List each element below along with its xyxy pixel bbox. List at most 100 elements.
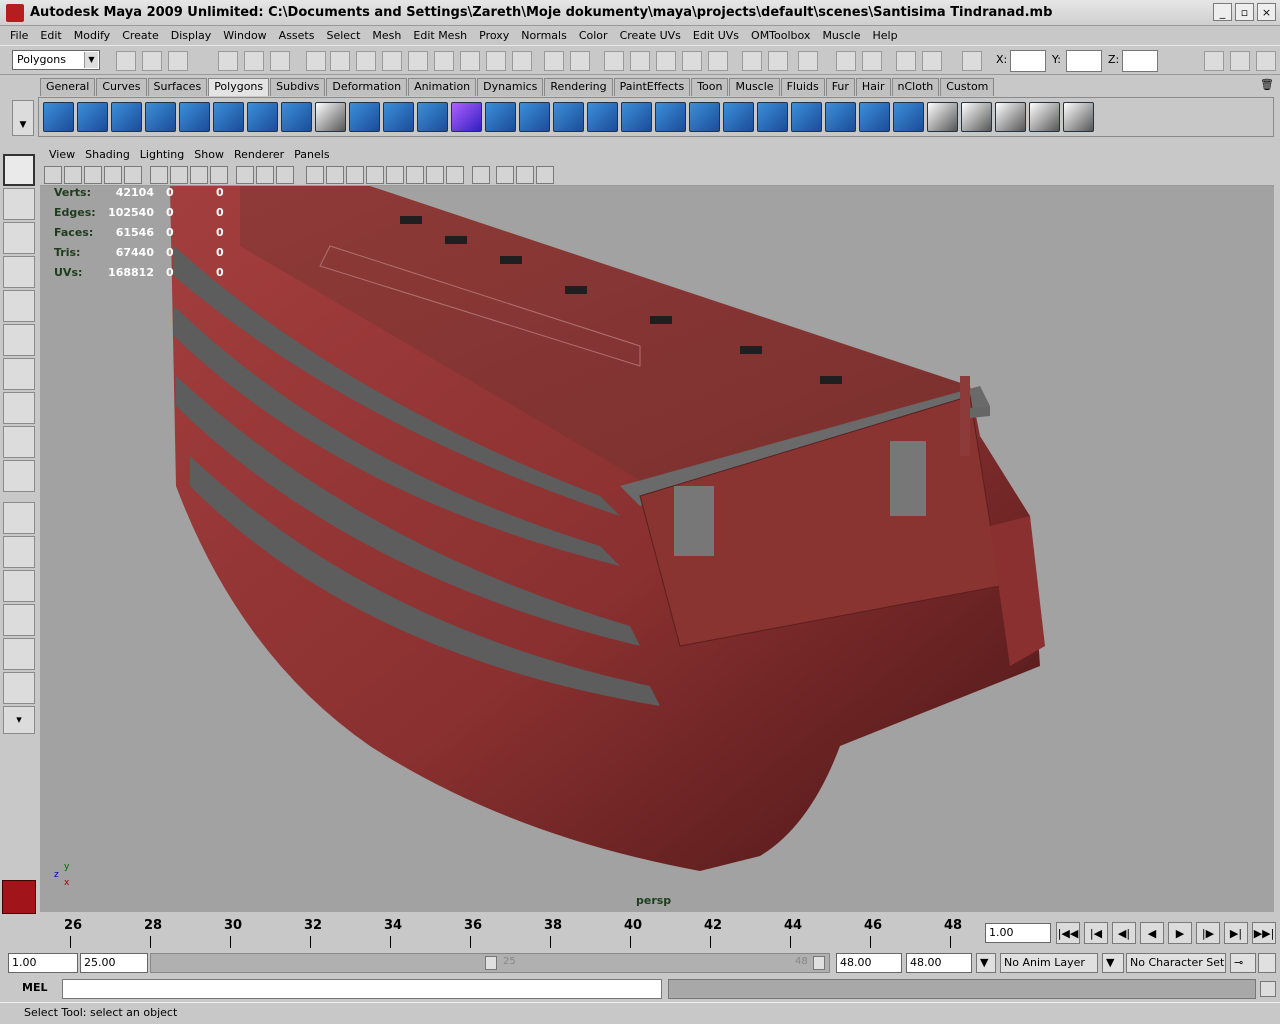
menu-modify[interactable]: Modify [68,29,116,42]
input-ops-icon[interactable] [460,51,480,71]
shelf-tab-deformation[interactable]: Deformation [326,78,408,96]
shelf-tab-muscle[interactable]: Muscle [729,78,780,96]
backface-culling-icon[interactable] [536,166,554,184]
lasso-tool-icon[interactable] [3,188,35,220]
close-button[interactable]: × [1257,3,1276,21]
safe-title-icon[interactable] [256,166,274,184]
panel-menu-lighting[interactable]: Lighting [135,148,189,161]
panel-menu-shading[interactable]: Shading [80,148,135,161]
channel-box-icon[interactable] [1230,51,1250,71]
magnet-icon[interactable] [708,51,728,71]
render-view-icon[interactable] [570,51,590,71]
scale-tool-icon[interactable] [3,324,35,356]
anim-layer-dropdown[interactable]: No Anim Layer [1000,953,1098,973]
animation-end-field[interactable]: 48.00 [906,953,972,973]
shelf-tab-general[interactable]: General [40,78,96,96]
outliner-icon[interactable] [768,51,788,71]
snap-view-icon[interactable] [382,51,402,71]
select-camera-icon[interactable] [44,166,62,184]
playback-start-field[interactable]: 25.00 [80,953,148,973]
safe-action-icon[interactable] [236,166,254,184]
collapse-icon[interactable] [825,102,856,132]
panel-menu-panels[interactable]: Panels [289,148,334,161]
current-time-field[interactable]: 1.00 [985,923,1051,943]
extrude-icon[interactable] [553,102,584,132]
go-to-start-icon[interactable]: |◀◀ [1056,922,1080,944]
smooth-shade-icon[interactable] [326,166,344,184]
snap-point-icon[interactable] [356,51,376,71]
more-layouts-icon[interactable]: ▾ [3,706,35,734]
menu-mesh[interactable]: Mesh [366,29,407,42]
open-scene-icon[interactable] [142,51,162,71]
hypershade-layout-icon[interactable] [3,638,35,670]
smooth-icon[interactable] [451,102,482,132]
select-component-icon[interactable] [270,51,290,71]
render-globals-icon[interactable] [922,51,942,71]
step-forward-key-icon[interactable]: |▶ [1196,922,1220,944]
lights-icon[interactable] [386,166,404,184]
separate-icon[interactable] [349,102,380,132]
menu-edit-uvs[interactable]: Edit UVs [687,29,745,42]
poly-pyramid-icon[interactable] [247,102,278,132]
anim-layer-menu-icon[interactable]: ▼ [976,953,996,973]
shelf-tab-animation[interactable]: Animation [408,78,477,96]
shelf-tab-dynamics[interactable]: Dynamics [477,78,544,96]
menu-file[interactable]: File [4,29,34,42]
show-manipulator-icon[interactable] [3,426,35,458]
xray-joints-icon[interactable] [446,166,464,184]
ipr-render-icon[interactable] [630,51,650,71]
history-icon[interactable] [434,51,454,71]
script-editor-icon[interactable] [1260,981,1276,997]
time-slider[interactable]: 26 28 30 32 34 36 38 40 42 44 46 48 [8,916,980,948]
range-end-handle[interactable] [813,956,825,970]
last-tool-icon[interactable] [3,460,35,492]
snap-curve-icon[interactable] [330,51,350,71]
y-field[interactable] [1066,50,1102,72]
animation-preferences-icon[interactable] [1258,953,1276,973]
soft-modification-icon[interactable] [3,392,35,424]
text-icon[interactable] [276,166,294,184]
trash-icon[interactable]: 🗑 [1260,78,1276,94]
step-forward-frame-icon[interactable]: ▶| [1224,922,1248,944]
menu-proxy[interactable]: Proxy [473,29,515,42]
step-back-frame-icon[interactable]: |◀ [1084,922,1108,944]
move-tool-icon[interactable] [3,256,35,288]
shelf-menu-icon[interactable]: ▼ [12,100,34,136]
gate-mask-icon[interactable] [190,166,208,184]
bevel-icon[interactable] [757,102,788,132]
offset-edge-loop-icon[interactable] [723,102,754,132]
render-icon[interactable] [896,51,916,71]
menu-muscle[interactable]: Muscle [816,29,866,42]
auto-key-icon[interactable]: ⊸ [1230,953,1256,973]
shelf-tab-fur[interactable]: Fur [825,78,855,96]
wedge-icon[interactable] [859,102,890,132]
combine-icon[interactable] [315,102,346,132]
playback-end-field[interactable]: 48.00 [836,953,902,973]
shadows-icon[interactable] [406,166,424,184]
spherical-mapping-icon[interactable] [995,102,1026,132]
poly-sphere-icon[interactable] [43,102,74,132]
camera-attributes-icon[interactable] [64,166,82,184]
select-hierarchy-icon[interactable] [218,51,238,71]
shelf-tab-toon[interactable]: Toon [691,78,729,96]
range-start-handle[interactable] [485,956,497,970]
layout-icon[interactable] [742,51,762,71]
go-to-end-icon[interactable]: ▶▶| [1252,922,1276,944]
select-tool-icon[interactable] [3,154,35,186]
attribute-editor-icon[interactable] [798,51,818,71]
append-polygon-icon[interactable] [621,102,652,132]
minimize-button[interactable]: _ [1213,3,1232,21]
menu-window[interactable]: Window [217,29,272,42]
menu-help[interactable]: Help [867,29,904,42]
range-slider[interactable]: 25 48 [150,953,830,973]
menu-assets[interactable]: Assets [273,29,321,42]
menu-omtoolbox[interactable]: OMToolbox [745,29,816,42]
planar-mapping-icon[interactable] [927,102,958,132]
merge-icon[interactable] [791,102,822,132]
bookmarks-icon[interactable] [84,166,102,184]
menu-select[interactable]: Select [320,29,366,42]
snap-grid-icon[interactable] [306,51,326,71]
persp-outliner-layout-icon[interactable] [3,570,35,602]
shelf-tab-custom[interactable]: Custom [940,78,995,96]
shelf-tab-rendering[interactable]: Rendering [544,78,613,96]
